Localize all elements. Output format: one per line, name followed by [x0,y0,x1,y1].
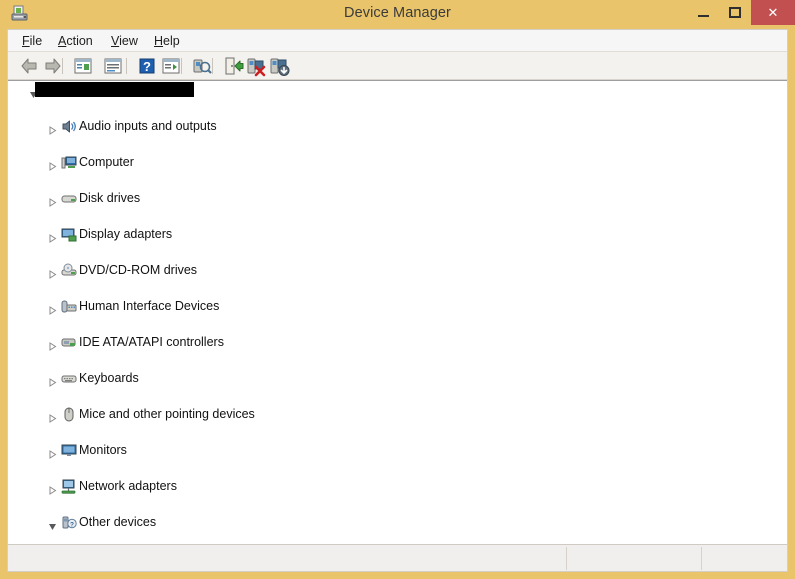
redaction-bar [35,82,194,97]
tree-row-other-devices[interactable]: ? Other devices [8,513,787,531]
device-tree-pane[interactable]: Audio inputs and outputs Computer Disk d… [8,80,787,545]
ide-controller-icon [61,335,77,350]
hid-icon [61,299,77,314]
tree-item-label: Computer [79,155,134,169]
speaker-icon [61,119,77,134]
expand-triangle-collapsed-icon[interactable] [48,122,57,135]
scan-hardware-button[interactable] [191,55,213,77]
disk-drive-icon [61,191,77,206]
disable-device-button[interactable] [245,55,267,77]
uninstall-device-button[interactable] [268,55,290,77]
tree-item-label: Mice and other pointing devices [79,407,255,421]
close-button[interactable]: ✕ [751,0,795,25]
expand-triangle-collapsed-icon[interactable] [48,374,57,387]
help-question-icon: ? [139,58,155,74]
maximize-button[interactable] [719,0,751,25]
svg-text:?: ? [143,59,151,74]
expand-triangle-collapsed-icon[interactable] [48,482,57,495]
window-title: Device Manager [344,5,451,21]
details-pane-icon [162,58,180,74]
show-details-button[interactable] [160,55,182,77]
other-devices-icon: ? [61,515,77,530]
tree-item-label: Disk drives [79,191,141,205]
tree-item-label: Display adapters [79,227,173,241]
toolbar-separator [62,58,63,74]
title-bar: Device Manager ✕ [0,0,795,29]
disable-device-icon [247,58,266,77]
update-driver-icon [225,57,244,75]
monitor-icon [61,443,77,458]
expand-triangle-expanded-icon[interactable] [48,518,57,530]
forward-arrow-icon [45,58,61,74]
expand-triangle-collapsed-icon[interactable] [48,230,57,243]
tree-item-label: Monitors [79,443,127,457]
tree-item-label: Network adapters [79,479,177,493]
tree-row-computer[interactable]: Computer [8,153,787,171]
tree-row-root[interactable] [8,81,787,99]
tree-item-label: DVD/CD-ROM drives [79,263,198,277]
menu-view[interactable]: View [105,33,144,50]
show-hide-console-tree-button[interactable] [72,55,94,77]
properties-icon [104,58,122,74]
minimize-button[interactable] [687,0,719,25]
client-area: File Action View Help ? Audio inputs and… [7,29,788,572]
menu-action[interactable]: Action [52,33,99,50]
expand-triangle-collapsed-icon[interactable] [48,266,57,279]
tree-row-human-interface-devices[interactable]: Human Interface Devices [8,297,787,315]
status-bar [8,544,787,571]
keyboard-icon [61,371,77,386]
expand-triangle-collapsed-icon[interactable] [48,302,57,315]
maximize-icon [729,7,741,18]
network-adapter-icon [61,479,77,494]
expand-triangle-collapsed-icon[interactable] [48,158,57,171]
menu-bar: File Action View Help [8,30,787,52]
help-button[interactable]: ? [136,55,158,77]
tree-row-audio-inputs-and-outputs[interactable]: Audio inputs and outputs [8,117,787,135]
tree-item-label: Keyboards [79,371,139,385]
tree-row-mice-and-other-pointing-devices[interactable]: Mice and other pointing devices [8,405,787,423]
tree-row-keyboards[interactable]: Keyboards [8,369,787,387]
tree-item-label: IDE ATA/ATAPI controllers [79,335,224,349]
mouse-icon [61,407,77,422]
tree-row-monitors[interactable]: Monitors [8,441,787,459]
tree-row-ide-ata-atapi-controllers[interactable]: IDE ATA/ATAPI controllers [8,333,787,351]
toolbar-separator [212,58,213,74]
update-driver-button[interactable] [222,55,244,77]
computer-icon [61,155,77,170]
tree-item-label: Audio inputs and outputs [79,119,217,133]
back-button[interactable] [18,55,40,77]
back-arrow-icon [21,58,37,74]
svg-text:?: ? [70,521,74,528]
close-icon: ✕ [767,5,779,20]
expand-triangle-collapsed-icon[interactable] [48,194,57,207]
tree-row-network-adapters[interactable]: Network adapters [8,477,787,495]
toolbar: ? [8,52,787,80]
expand-triangle-collapsed-icon[interactable] [48,410,57,423]
scan-hardware-icon [193,59,212,74]
console-tree-icon [74,58,92,74]
tree-item-label: Other devices [79,515,157,529]
forward-button[interactable] [42,55,64,77]
tree-item-label: Human Interface Devices [79,299,220,313]
tree-row-disk-drives[interactable]: Disk drives [8,189,787,207]
minimize-icon [697,15,709,17]
dvd-drive-icon [61,263,77,278]
status-divider [701,547,702,570]
tree-row-display-adapters[interactable]: Display adapters [8,225,787,243]
window-controls: ✕ [687,0,795,29]
toolbar-separator [126,58,127,74]
menu-help[interactable]: Help [148,33,186,50]
toolbar-separator [181,58,182,74]
menu-file[interactable]: File [16,33,48,50]
status-divider [566,547,567,570]
device-manager-window: Device Manager ✕ File Action View Help ?… [0,0,795,579]
uninstall-device-icon [270,58,290,76]
device-tree: Audio inputs and outputs Computer Disk d… [8,81,787,531]
expand-triangle-collapsed-icon[interactable] [48,338,57,351]
properties-button[interactable] [102,55,124,77]
expand-triangle-collapsed-icon[interactable] [48,446,57,459]
tree-row-dvd-cd-rom-drives[interactable]: DVD/CD-ROM drives [8,261,787,279]
display-adapter-icon [61,227,77,242]
